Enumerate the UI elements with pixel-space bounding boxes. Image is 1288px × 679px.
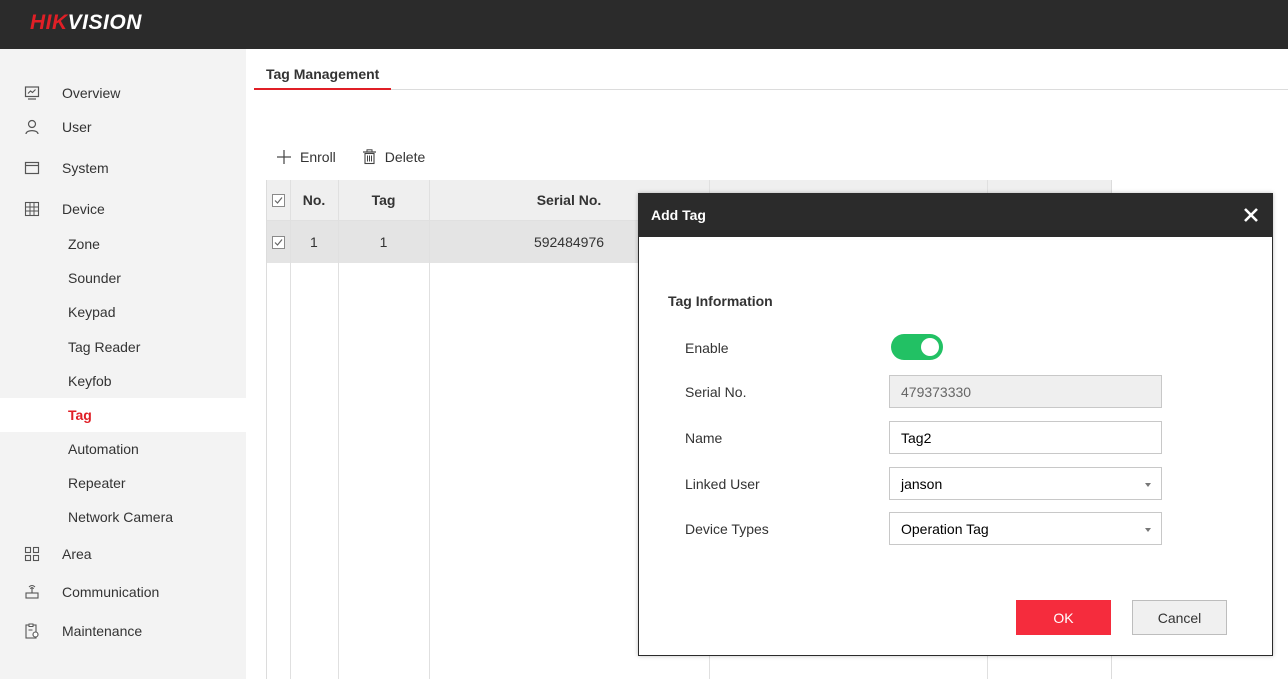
toggle-knob: [921, 338, 939, 356]
sidebar-item-label: Tag: [68, 407, 92, 423]
toolbar: Enroll Delete: [276, 145, 451, 169]
sidebar-item-label: Keypad: [68, 304, 116, 320]
cell-tag: 1: [379, 234, 388, 250]
sidebar-item-zone[interactable]: Zone: [0, 227, 246, 261]
linked-user-select[interactable]: janson: [889, 467, 1162, 500]
sidebar-item-overview[interactable]: Overview: [0, 76, 246, 110]
sidebar-item-sounder[interactable]: Sounder: [0, 261, 246, 295]
sidebar-item-device[interactable]: Device: [0, 192, 246, 226]
column-divider: [338, 180, 339, 679]
dialog-title: Add Tag: [651, 207, 706, 223]
antenna-icon: [24, 584, 40, 600]
checkbox-icon: [272, 193, 285, 207]
column-divider: [290, 180, 291, 679]
enroll-button[interactable]: Enroll: [276, 149, 336, 165]
area-icon: [24, 546, 40, 562]
column-divider: [429, 180, 430, 679]
close-icon[interactable]: [1242, 206, 1260, 224]
top-bar: HIKVISION: [0, 0, 1288, 49]
user-icon: [24, 119, 40, 135]
header-select-all[interactable]: [267, 180, 290, 220]
brand-logo-part1: HIK: [30, 11, 68, 34]
sidebar-item-area[interactable]: Area: [0, 537, 246, 571]
brand-logo: HIKVISION: [30, 11, 142, 35]
chevron-down-icon: [1145, 528, 1151, 532]
sidebar-item-keyfob[interactable]: Keyfob: [0, 364, 246, 398]
name-label: Name: [685, 430, 723, 446]
sidebar-item-label: Overview: [62, 85, 121, 101]
tab-tag-management[interactable]: Tag Management: [254, 64, 392, 90]
tab-strip: Tag Management: [254, 64, 1288, 90]
sidebar-item-automation[interactable]: Automation: [0, 432, 246, 466]
serial-field: 479373330: [889, 375, 1162, 408]
dialog-header: Add Tag: [639, 194, 1272, 237]
sidebar-item-label: Automation: [68, 441, 139, 457]
window-icon: [24, 160, 40, 176]
device-types-label: Device Types: [685, 521, 769, 537]
sidebar-item-label: Device: [62, 201, 105, 217]
sidebar-item-label: Sounder: [68, 270, 121, 286]
sidebar: Overview User System Device Zone Sounder: [0, 49, 246, 679]
serial-label: Serial No.: [685, 384, 747, 400]
chevron-down-icon: [1145, 483, 1151, 487]
sidebar-item-system[interactable]: System: [0, 151, 246, 185]
device-types-value: Operation Tag: [901, 520, 989, 537]
sidebar-item-repeater[interactable]: Repeater: [0, 466, 246, 500]
linked-user-value: janson: [901, 475, 943, 492]
sidebar-item-label: Network Camera: [68, 509, 174, 525]
delete-button[interactable]: Delete: [362, 149, 425, 165]
enable-toggle[interactable]: [891, 334, 943, 360]
sidebar-item-tag-reader[interactable]: Tag Reader: [0, 330, 246, 364]
sidebar-item-keypad[interactable]: Keypad: [0, 295, 246, 329]
name-field[interactable]: Tag2: [889, 421, 1162, 454]
linked-user-label: Linked User: [685, 476, 760, 492]
brand-logo-part2: VISION: [67, 11, 142, 34]
sidebar-item-communication[interactable]: Communication: [0, 575, 246, 609]
checkbox-icon: [272, 235, 285, 249]
sidebar-item-network-camera[interactable]: Network Camera: [0, 500, 246, 534]
row-checkbox[interactable]: [267, 221, 290, 263]
ok-button[interactable]: OK: [1016, 600, 1111, 635]
sidebar-item-label: System: [62, 160, 109, 176]
sidebar-item-label: Tag Reader: [68, 339, 141, 355]
column-header-tag[interactable]: Tag: [338, 180, 429, 220]
column-header-no[interactable]: No.: [290, 180, 338, 220]
name-value: Tag2: [901, 429, 932, 446]
sidebar-item-label: User: [62, 119, 92, 135]
sidebar-item-tag[interactable]: Tag: [0, 398, 246, 432]
device-types-select[interactable]: Operation Tag: [889, 512, 1162, 545]
cell-no: 1: [310, 234, 318, 250]
sidebar-item-label: Repeater: [68, 475, 126, 491]
enroll-label: Enroll: [300, 149, 336, 165]
sidebar-item-label: Zone: [68, 236, 100, 252]
grid-icon: [24, 201, 40, 217]
cancel-button[interactable]: Cancel: [1132, 600, 1227, 635]
sidebar-item-user[interactable]: User: [0, 110, 246, 144]
sidebar-item-label: Area: [62, 546, 92, 562]
clipboard-gear-icon: [24, 623, 40, 639]
plus-icon: [277, 150, 291, 164]
add-tag-dialog: Add Tag Tag Information Enable Serial No…: [638, 193, 1273, 656]
section-title: Tag Information: [668, 293, 773, 309]
sidebar-item-label: Keyfob: [68, 373, 112, 389]
enable-label: Enable: [685, 340, 729, 356]
trash-icon: [362, 149, 376, 165]
sidebar-item-maintenance[interactable]: Maintenance: [0, 614, 246, 648]
sidebar-item-label: Maintenance: [62, 623, 143, 639]
sidebar-item-label: Communication: [62, 584, 160, 600]
delete-label: Delete: [384, 149, 426, 165]
app-window: HIKVISION Overview User System Device Zo…: [0, 0, 1288, 679]
monitor-icon: [24, 85, 40, 101]
